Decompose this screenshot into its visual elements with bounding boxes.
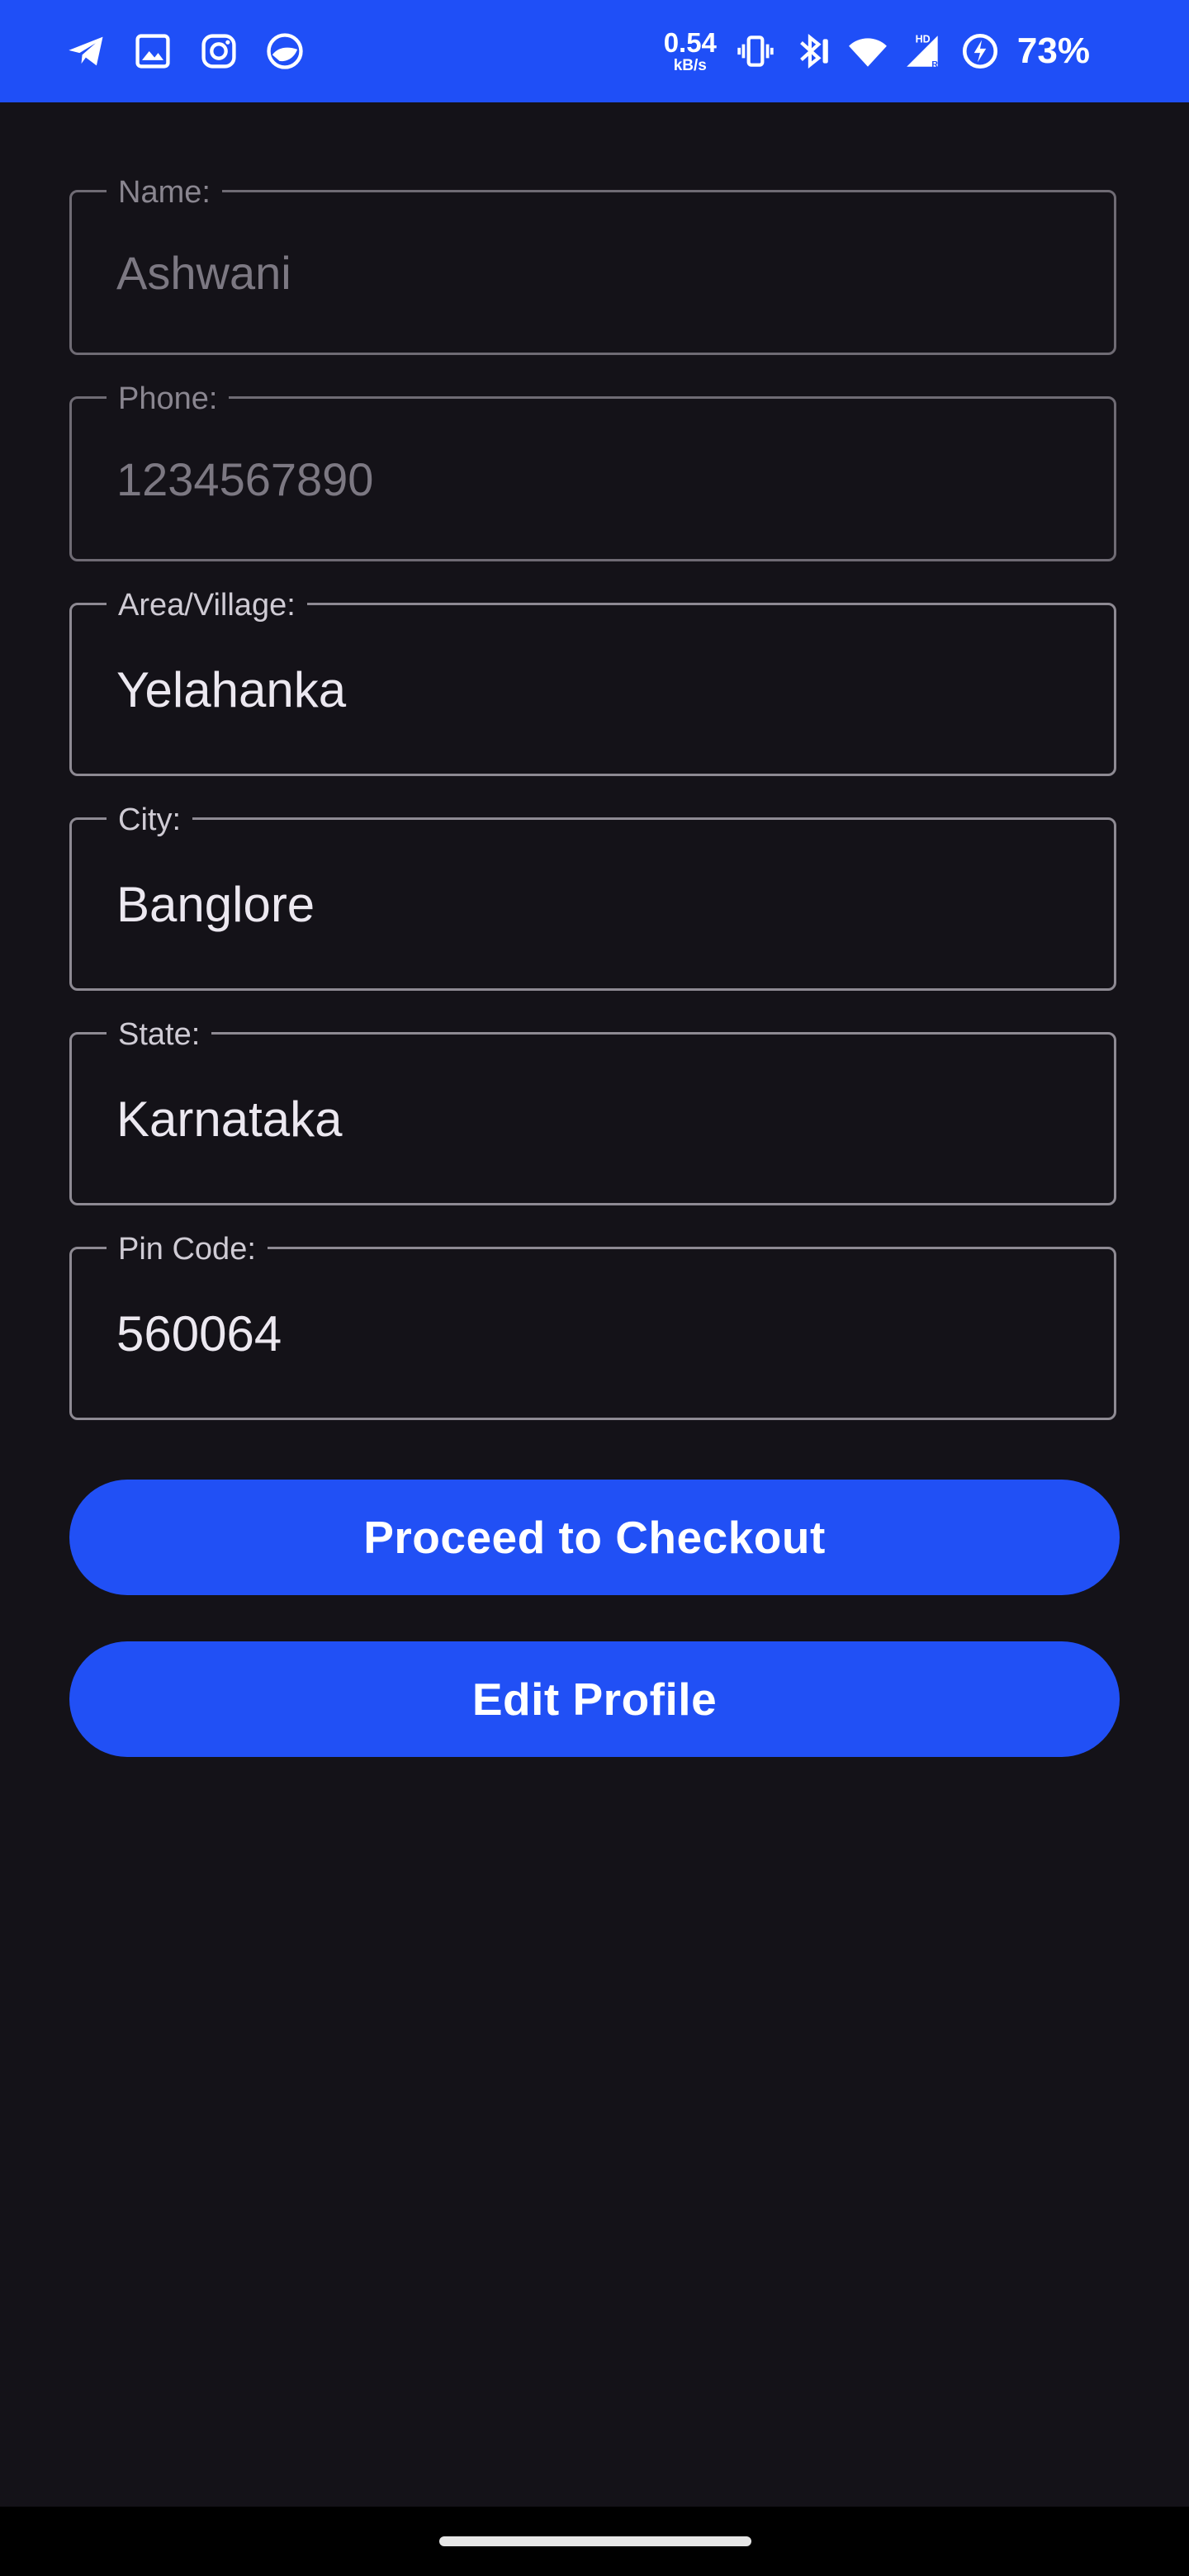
- navigation-bar: [0, 2507, 1189, 2576]
- area-village-field[interactable]: Area/Village: Yelahanka: [69, 587, 1116, 776]
- battery-percent: 73%: [1016, 31, 1090, 71]
- state-value[interactable]: Karnataka: [116, 1035, 343, 1203]
- status-bar: 0.54 kB/s HD R 73%: [0, 0, 1189, 102]
- city-field[interactable]: City: Banglore: [69, 802, 1116, 991]
- gallery-icon: [130, 29, 175, 73]
- name-field-value: Ashwani: [116, 246, 291, 299]
- proceed-to-checkout-button[interactable]: Proceed to Checkout: [69, 1480, 1120, 1595]
- pin-code-value[interactable]: 560064: [116, 1249, 282, 1418]
- vibrate-icon: [733, 29, 778, 73]
- net-speed-value: 0.54: [663, 27, 717, 58]
- pin-code-field[interactable]: Pin Code: 560064: [69, 1231, 1116, 1420]
- area-village-value[interactable]: Yelahanka: [116, 605, 346, 774]
- city-value[interactable]: Banglore: [116, 820, 315, 988]
- home-gesture-handle[interactable]: [439, 2536, 751, 2546]
- network-speed: 0.54 kB/s: [664, 29, 717, 73]
- net-speed-unit: kB/s: [673, 57, 707, 74]
- app-icon: [263, 29, 307, 73]
- system-indicators: 0.54 kB/s HD R 73%: [664, 25, 1090, 78]
- network-badge: HD: [916, 34, 931, 45]
- wifi-icon: [846, 29, 890, 73]
- instagram-icon: [197, 29, 241, 73]
- telegram-icon: [64, 29, 109, 73]
- battery-saver-icon: [958, 29, 1002, 73]
- name-field: Name: Ashwani: [69, 174, 1116, 355]
- signal-badge: R: [931, 60, 938, 69]
- notification-icons: [64, 28, 307, 74]
- phone-field: Phone: 1234567890: [69, 381, 1116, 561]
- phone-field-value: 1234567890: [116, 452, 374, 505]
- bluetooth-icon: [789, 29, 834, 73]
- state-field[interactable]: State: Karnataka: [69, 1016, 1116, 1205]
- edit-profile-button[interactable]: Edit Profile: [69, 1641, 1120, 1757]
- cellular-signal-icon: HD R: [902, 29, 946, 73]
